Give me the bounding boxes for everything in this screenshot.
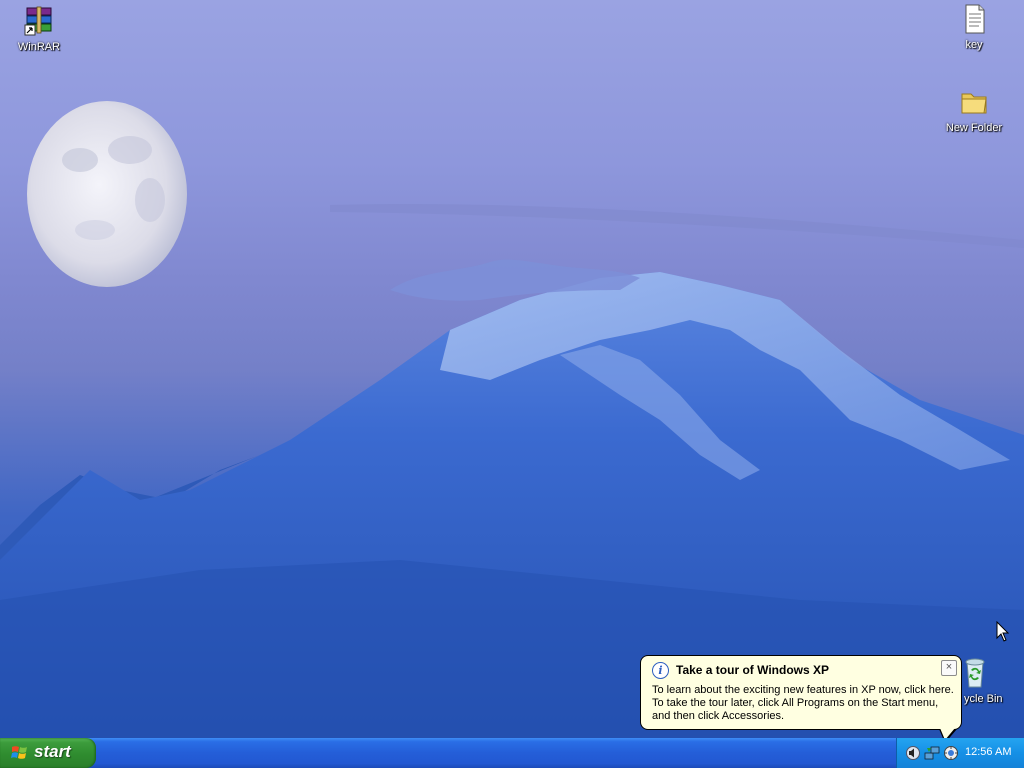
- balloon-body[interactable]: To learn about the exciting new features…: [652, 684, 954, 723]
- key-desktop-icon[interactable]: key: [936, 3, 1012, 52]
- winrar-icon: [22, 5, 56, 39]
- windows-logo-icon: [11, 746, 27, 759]
- taskbar[interactable]: start 12:56 AM: [0, 738, 1024, 768]
- balloon-title: Take a tour of Windows XP: [676, 663, 830, 677]
- info-icon: i: [652, 662, 669, 679]
- clock[interactable]: 12:56 AM: [965, 746, 1011, 758]
- close-icon[interactable]: ×: [941, 660, 957, 676]
- new-folder-desktop-icon[interactable]: New Folder: [936, 86, 1012, 135]
- balloon-line: To take the tour later, click All Progra…: [652, 697, 939, 709]
- balloon-tail-fill: [940, 728, 955, 738]
- tour-balloon-tip[interactable]: i Take a tour of Windows XP × To learn a…: [640, 655, 962, 738]
- balloon-line: To learn about the exciting new features…: [652, 684, 954, 696]
- new-folder-label: New Folder: [945, 122, 1003, 134]
- recycle-bin-icon: [958, 657, 992, 691]
- network-icon[interactable]: [924, 745, 940, 761]
- winrar-label: WinRAR: [17, 41, 61, 53]
- wallpaper-image: [0, 101, 1024, 738]
- system-tray[interactable]: 12:56 AM: [896, 738, 1024, 768]
- desktop[interactable]: WinRAR key New Folder ycle Bin i Take a …: [0, 0, 1024, 738]
- start-label: start: [34, 742, 71, 761]
- balloon-line: and then click Accessories.: [652, 710, 785, 722]
- tour-icon[interactable]: [943, 745, 959, 761]
- mouse-cursor-icon: [996, 621, 1010, 642]
- winrar-desktop-icon[interactable]: WinRAR: [1, 5, 77, 54]
- key-label: key: [965, 39, 983, 51]
- recycle-bin-label: ycle Bin: [964, 693, 1003, 705]
- text-document-icon: [957, 3, 991, 37]
- speaker-icon[interactable]: [905, 745, 921, 761]
- folder-icon: [957, 86, 991, 120]
- start-button[interactable]: start: [0, 738, 96, 768]
- recycle-bin-desktop-icon[interactable]: ycle Bin: [952, 657, 1024, 706]
